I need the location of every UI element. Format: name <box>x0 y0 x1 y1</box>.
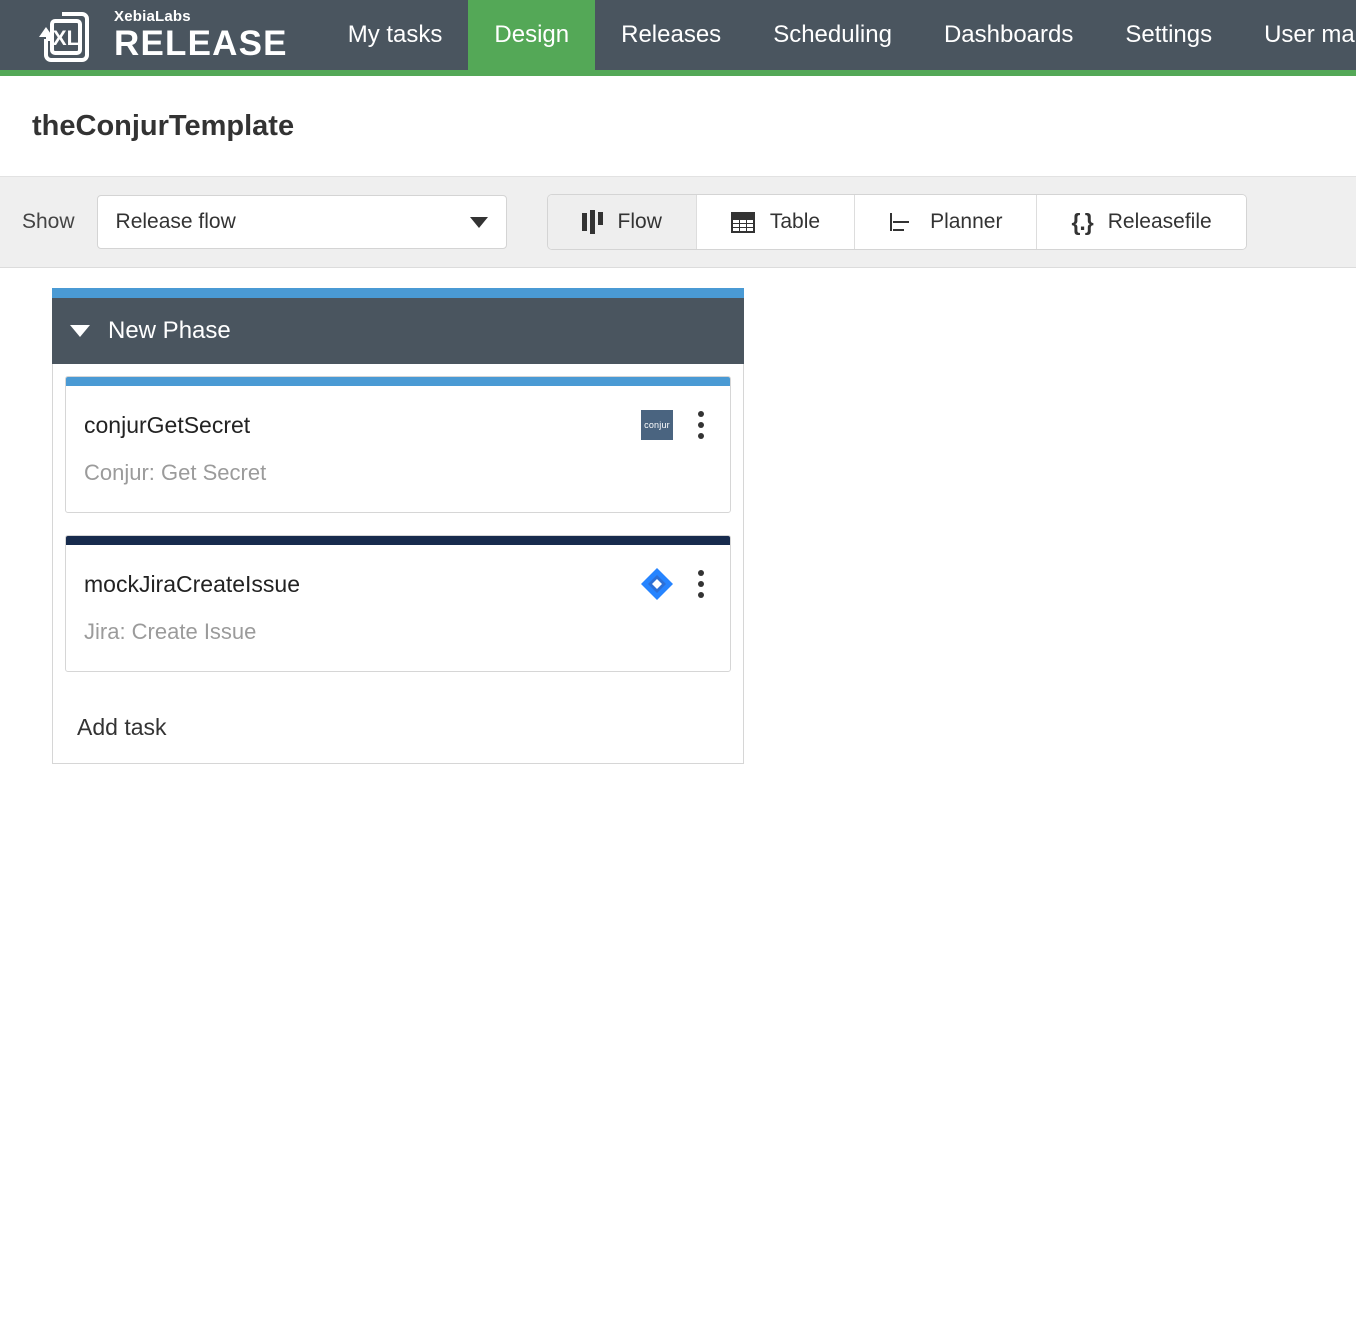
nav-item-my-tasks[interactable]: My tasks <box>322 0 469 70</box>
planner-icon <box>889 211 915 233</box>
nav-item-scheduling[interactable]: Scheduling <box>747 0 918 70</box>
brand-logo[interactable]: XL XebiaLabs RELEASE <box>0 0 306 70</box>
task-title: conjurGetSecret <box>84 411 251 438</box>
flow-canvas: New Phase conjurGetSecret conjur Conjur:… <box>0 268 1356 1344</box>
view-button-releasefile[interactable]: {.} Releasefile <box>1037 195 1246 249</box>
view-button-flow-label: Flow <box>617 210 662 233</box>
brand-title: RELEASE <box>114 23 288 63</box>
brand-text: XebiaLabs RELEASE <box>114 9 288 61</box>
task-description: Jira: Create Issue <box>84 619 257 644</box>
view-button-planner-label: Planner <box>930 210 1003 233</box>
task-menu-button[interactable] <box>688 408 714 442</box>
nav-item-releases[interactable]: Releases <box>595 0 747 70</box>
page-title: theConjurTemplate <box>32 109 295 142</box>
add-task-button[interactable]: Add task <box>65 694 731 763</box>
task-accent-bar <box>66 377 730 386</box>
view-button-releasefile-label: Releasefile <box>1107 210 1212 233</box>
task-title: mockJiraCreateIssue <box>84 570 301 597</box>
nav-item-design[interactable]: Design <box>468 0 596 70</box>
task-card[interactable]: conjurGetSecret conjur Conjur: Get Secre… <box>65 376 731 513</box>
chevron-down-icon <box>469 216 488 228</box>
nav-items: My tasks Design Releases Scheduling Dash… <box>322 0 1356 70</box>
svg-text:XL: XL <box>53 27 80 50</box>
task-menu-button[interactable] <box>688 567 714 601</box>
view-button-table-label: Table <box>769 210 821 233</box>
view-button-planner[interactable]: Planner <box>855 195 1038 249</box>
task-accent-bar <box>66 536 730 545</box>
task-card-header: mockJiraCreateIssue <box>66 545 730 601</box>
view-button-flow[interactable]: Flow <box>547 195 697 249</box>
release-flow-select-value: Release flow <box>115 210 236 233</box>
table-icon <box>730 211 755 233</box>
phase-collapse-toggle-icon[interactable] <box>70 325 90 337</box>
nav-item-settings[interactable]: Settings <box>1099 0 1238 70</box>
page-title-bar: theConjurTemplate <box>0 76 1356 176</box>
top-navbar: XL XebiaLabs RELEASE My tasks Design Rel… <box>0 0 1356 76</box>
jira-icon <box>640 567 674 601</box>
conjur-icon: conjur <box>640 408 674 442</box>
nav-item-dashboards[interactable]: Dashboards <box>918 0 1099 70</box>
phase-name: New Phase <box>108 317 231 344</box>
task-description: Conjur: Get Secret <box>84 460 267 485</box>
flow-icon <box>581 210 603 234</box>
phase-accent-bar <box>52 288 744 298</box>
release-flow-select[interactable]: Release flow <box>96 195 507 249</box>
phase-header[interactable]: New Phase <box>52 298 744 364</box>
releasefile-icon: {.} <box>1071 208 1093 235</box>
task-card-header: conjurGetSecret conjur <box>66 386 730 442</box>
phase-column: New Phase conjurGetSecret conjur Conjur:… <box>52 288 744 764</box>
task-card[interactable]: mockJiraCreateIssue Jira: Create Issue <box>65 535 731 672</box>
view-mode-button-group: Flow Table Planner {.} Releasefile <box>546 194 1247 250</box>
nav-item-user-management[interactable]: User ma <box>1238 0 1356 70</box>
show-label: Show <box>22 210 75 233</box>
view-toolbar: Show Release flow Flow Table Planner {.}… <box>0 176 1356 268</box>
view-button-table[interactable]: Table <box>696 195 856 249</box>
phase-body: conjurGetSecret conjur Conjur: Get Secre… <box>52 364 744 764</box>
brand-subtitle: XebiaLabs <box>114 8 191 26</box>
xl-release-logo-icon: XL <box>28 5 100 65</box>
conjur-icon-label: conjur <box>641 410 673 440</box>
